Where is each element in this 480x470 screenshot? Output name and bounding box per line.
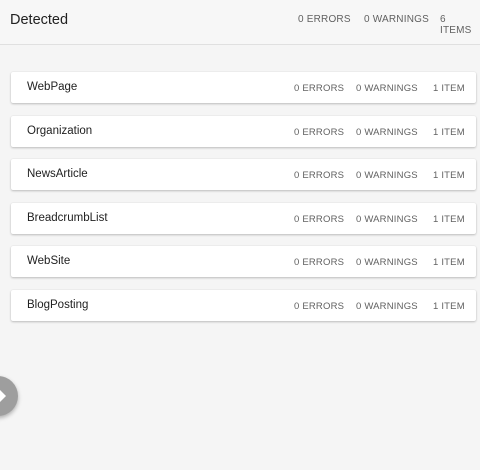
item-name: WebPage [27,81,78,93]
item-errors-count: 0 ERRORS [294,83,345,94]
item-warnings-count: 0 WARNINGS [356,170,418,181]
page-title: Detected [10,12,69,28]
item-card-breadcrumblist[interactable]: BreadcrumbList 0 ERRORS 0 WARNINGS 1 ITE… [11,202,476,234]
item-card-website[interactable]: WebSite 0 ERRORS 0 WARNINGS 1 ITEM [11,246,476,277]
chevron-right-icon [0,389,6,403]
detected-items-list: WebPage 0 ERRORS 0 WARNINGS 1 ITEM Organ… [11,72,476,333]
item-name: WebSite [27,255,71,267]
item-errors-count: 0 ERRORS [294,257,345,268]
item-errors-count: 0 ERRORS [294,170,345,181]
summary-header: Detected 0 ERRORS 0 WARNINGS 6 ITEMS [0,0,480,45]
expand-panel-button[interactable] [0,376,18,416]
item-warnings-count: 0 WARNINGS [356,300,418,312]
item-name: BreadcrumbList [27,211,108,224]
item-card-newsarticle[interactable]: NewsArticle 0 ERRORS 0 WARNINGS 1 ITEM [11,159,476,190]
item-errors-count: 0 ERRORS [294,300,345,312]
item-warnings-count: 0 WARNINGS [356,83,418,94]
total-items-count: 6 ITEMS [440,14,472,36]
item-warnings-count: 0 WARNINGS [356,257,418,268]
item-name: NewsArticle [27,168,88,180]
total-warnings-count: 0 WARNINGS [364,14,429,25]
item-items-count: 1 ITEM [433,170,465,181]
item-name: BlogPosting [27,298,89,311]
item-warnings-count: 0 WARNINGS [356,126,418,138]
item-card-organization[interactable]: Organization 0 ERRORS 0 WARNINGS 1 ITEM [11,115,476,147]
total-errors-count: 0 ERRORS [298,14,351,25]
item-errors-count: 0 ERRORS [294,213,345,225]
item-items-count: 1 ITEM [433,300,465,312]
item-errors-count: 0 ERRORS [294,126,345,138]
item-items-count: 1 ITEM [433,257,465,268]
item-warnings-count: 0 WARNINGS [356,213,418,225]
item-card-blogposting[interactable]: BlogPosting 0 ERRORS 0 WARNINGS 1 ITEM [11,289,476,321]
item-items-count: 1 ITEM [433,213,465,225]
item-items-count: 1 ITEM [433,126,465,138]
item-name: Organization [27,124,93,137]
item-items-count: 1 ITEM [433,83,465,94]
item-card-webpage[interactable]: WebPage 0 ERRORS 0 WARNINGS 1 ITEM [11,72,476,103]
